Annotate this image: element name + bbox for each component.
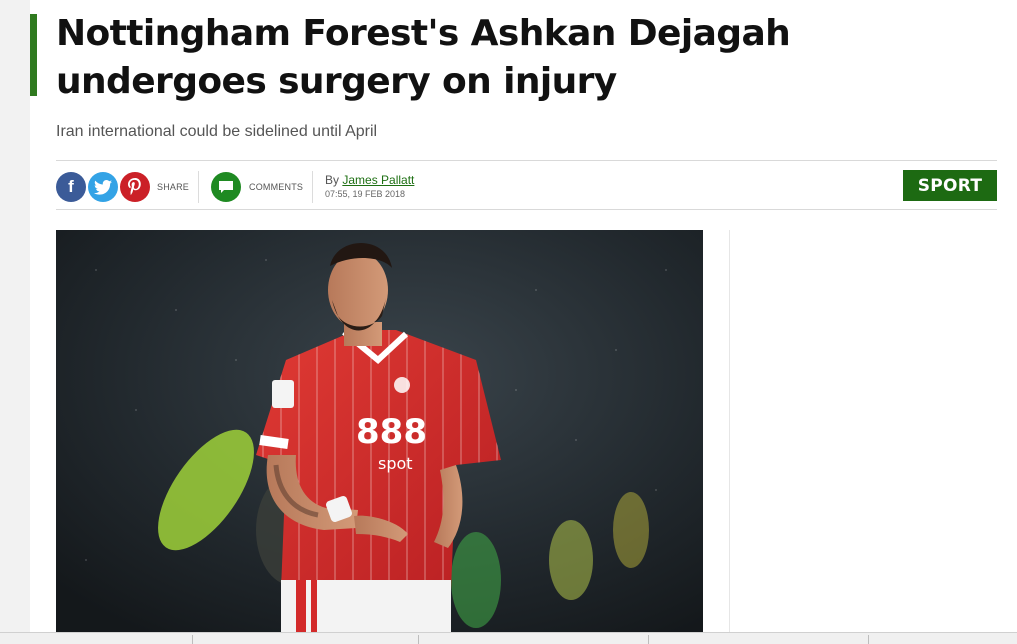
- article-headline: Nottingham Forest's Ashkan Dejagah under…: [56, 13, 791, 102]
- share-label: SHARE: [157, 182, 190, 192]
- meta-divider: [198, 171, 199, 203]
- svg-text:888: 888: [356, 412, 427, 452]
- meta-divider: [312, 171, 313, 203]
- browser-status-bar: [0, 632, 1017, 644]
- facebook-share-button[interactable]: f: [56, 172, 86, 202]
- left-gutter: [0, 0, 30, 643]
- facebook-icon: f: [68, 177, 74, 196]
- byline: By James Pallatt: [325, 173, 414, 187]
- sidebar-divider: [729, 230, 730, 643]
- twitter-icon: [94, 179, 112, 195]
- author-link[interactable]: James Pallatt: [342, 173, 414, 187]
- section-badge[interactable]: SPORT: [903, 170, 997, 201]
- comment-icon: [219, 181, 233, 193]
- headline-accent-bar: [30, 14, 37, 96]
- byline-prefix: By: [325, 173, 340, 187]
- svg-text:spot: spot: [378, 454, 413, 473]
- article-hero-image: 888 spot: [56, 230, 703, 643]
- article-meta-bar: f SHARE COMMENTS By James Pallatt 07:55,…: [56, 160, 997, 210]
- pinterest-share-button[interactable]: [120, 172, 150, 202]
- pinterest-icon: [128, 178, 141, 195]
- comments-button[interactable]: [211, 172, 241, 202]
- comments-label[interactable]: COMMENTS: [249, 182, 303, 192]
- player-photo: 888 spot: [56, 230, 703, 643]
- article-standfirst: Iran international could be sidelined un…: [56, 123, 378, 140]
- twitter-share-button[interactable]: [88, 172, 118, 202]
- publish-timestamp: 07:55, 19 FEB 2018: [325, 189, 406, 199]
